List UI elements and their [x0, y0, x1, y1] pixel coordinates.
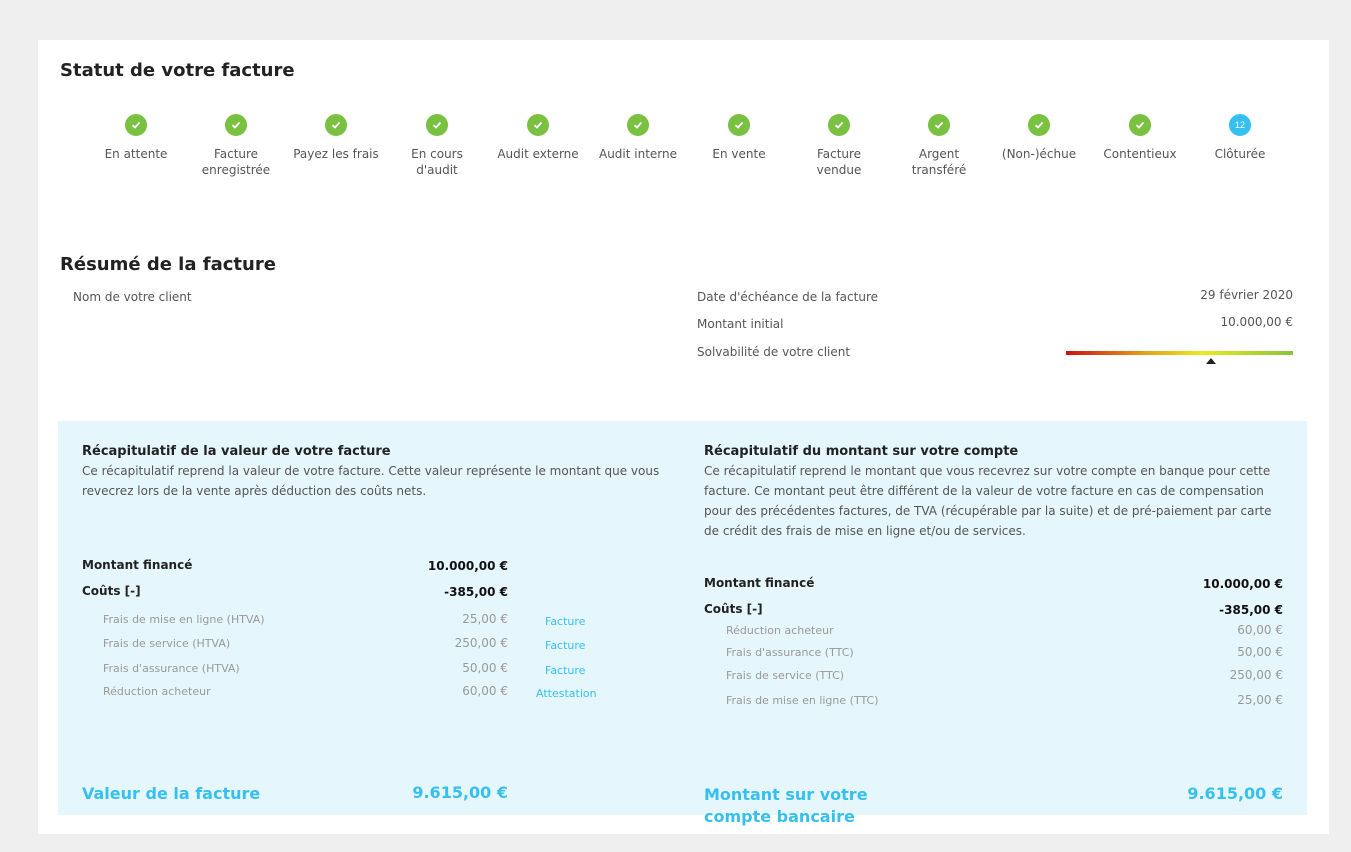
step-label: Audit externe — [497, 147, 579, 161]
step-audit-externe: Audit externe — [490, 114, 586, 162]
solvency-gauge — [1066, 351, 1293, 355]
cost-item-label: Réduction acheteur — [726, 624, 834, 637]
step-en-attente: En attente — [88, 114, 184, 162]
status-title: Statut de votre facture — [60, 60, 295, 81]
financed-value: 10.000,00 € — [1202, 577, 1283, 591]
financed-label: Montant financé — [82, 558, 193, 572]
check-icon — [928, 114, 950, 136]
step-facture-enregistree: Facture enregistrée — [188, 114, 284, 178]
invoice-card: Statut de votre facture En attente Factu… — [38, 40, 1329, 834]
step-label: (Non-)échue — [1001, 147, 1077, 161]
check-icon — [426, 114, 448, 136]
cost-item-value: 250,00 € — [454, 636, 508, 650]
step-label: Facture vendue — [816, 147, 862, 177]
costs-value: -385,00 € — [1219, 603, 1283, 617]
step-label: Payez les frais — [293, 147, 379, 161]
invoice-link[interactable]: Facture — [545, 664, 585, 677]
costs-label: Coûts [-] — [82, 584, 141, 598]
check-icon — [225, 114, 247, 136]
step-contentieux: Contentieux — [1092, 114, 1188, 162]
check-icon — [828, 114, 850, 136]
attestation-link[interactable]: Attestation — [536, 687, 597, 700]
cost-item-value: 25,00 € — [462, 612, 508, 626]
step-label: Argent transféré — [911, 147, 967, 177]
solvency-marker-icon — [1206, 358, 1217, 364]
cost-item-label: Frais de mise en ligne (HTVA) — [103, 613, 265, 626]
check-icon — [1028, 114, 1050, 136]
cost-item-value: 250,00 € — [1229, 668, 1283, 682]
recap-panel: Récapitulatif de la valeur de votre fact… — [58, 421, 1307, 826]
client-name-label: Nom de votre client — [73, 290, 192, 304]
costs-value: -385,00 € — [444, 585, 508, 599]
step-audit-interne: Audit interne — [590, 114, 686, 162]
invoice-link[interactable]: Facture — [545, 615, 585, 628]
check-icon — [1129, 114, 1151, 136]
cost-item-label: Frais de service (TTC) — [726, 669, 845, 682]
step-label: En cours d'audit — [411, 147, 463, 177]
cost-item-value: 60,00 € — [462, 684, 508, 698]
check-icon — [728, 114, 750, 136]
cost-item-label: Frais de mise en ligne (TTC) — [726, 694, 879, 707]
step-non-echue: (Non-)échue — [991, 114, 1087, 162]
cost-item-value: 50,00 € — [462, 661, 508, 675]
check-icon — [527, 114, 549, 136]
invoice-value-total: 9.615,00 € — [412, 783, 508, 802]
account-amount-total: 9.615,00 € — [1187, 784, 1283, 803]
cost-item-value: 60,00 € — [1237, 623, 1283, 637]
invoice-link[interactable]: Facture — [545, 639, 585, 652]
step-en-cours-audit: En cours d'audit — [389, 114, 485, 178]
account-amount-title: Récapitulatif du montant sur votre compt… — [704, 444, 1019, 459]
financed-label: Montant financé — [704, 576, 815, 590]
check-icon — [125, 114, 147, 136]
step-label: En attente — [104, 147, 168, 161]
cost-item-label: Réduction acheteur — [103, 685, 211, 698]
step-en-vente: En vente — [691, 114, 787, 162]
solvency-label: Solvabilité de votre client — [697, 345, 851, 359]
step-label: Contentieux — [1103, 147, 1177, 161]
cost-item-label: Frais d'assurance (HTVA) — [103, 662, 240, 675]
step-cloturee: 12 Clôturée — [1192, 114, 1288, 162]
step-payez-les-frais: Payez les frais — [288, 114, 384, 162]
cost-item-label: Frais de service (HTVA) — [103, 637, 231, 650]
step-label: Facture enregistrée — [201, 147, 271, 177]
initial-amount-label: Montant initial — [697, 317, 784, 331]
due-date-value: 29 février 2020 — [1200, 288, 1293, 302]
step-label: Clôturée — [1214, 147, 1266, 161]
initial-amount-value: 10.000,00 € — [1220, 315, 1293, 329]
due-date-label: Date d'échéance de la facture — [697, 290, 878, 304]
status-stepper: En attente Facture enregistrée Payez les… — [88, 114, 1298, 194]
step-number-badge: 12 — [1229, 114, 1251, 136]
cost-item-value: 25,00 € — [1237, 693, 1283, 707]
invoice-value-total-label: Valeur de la facture — [82, 784, 261, 803]
check-icon — [325, 114, 347, 136]
financed-value: 10.000,00 € — [427, 559, 508, 573]
invoice-value-description: Ce récapitulatif reprend la valeur de vo… — [82, 464, 660, 498]
step-label: Audit interne — [598, 147, 678, 161]
check-icon — [627, 114, 649, 136]
step-argent-transfere: Argent transféré — [891, 114, 987, 178]
account-amount-total-label: Montant sur votre compte bancaire — [704, 785, 868, 826]
invoice-value-title: Récapitulatif de la valeur de votre fact… — [82, 444, 391, 459]
account-amount-description: Ce récapitulatif reprend le montant que … — [704, 464, 1272, 538]
costs-label: Coûts [-] — [704, 602, 763, 616]
cost-item-value: 50,00 € — [1237, 645, 1283, 659]
step-facture-vendue: Facture vendue — [791, 114, 887, 178]
step-label: En vente — [712, 147, 766, 161]
summary-title: Résumé de la facture — [60, 254, 276, 275]
cost-item-label: Frais d'assurance (TTC) — [726, 646, 854, 659]
